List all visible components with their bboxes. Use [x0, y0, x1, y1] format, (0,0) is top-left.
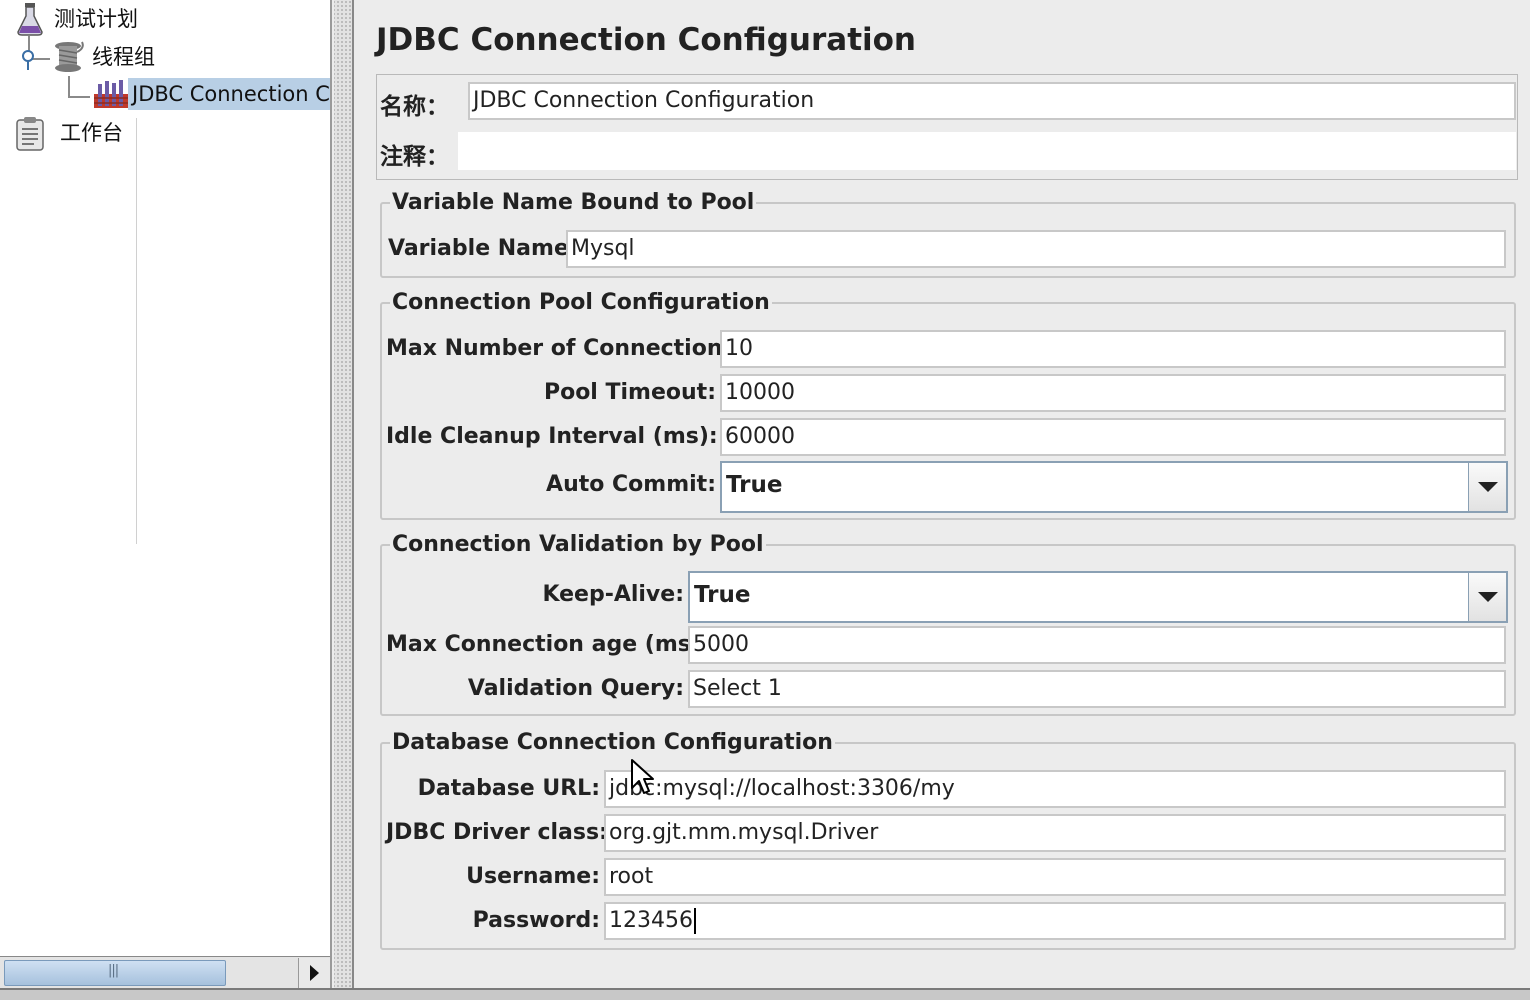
tree-item-label: JDBC Connection Co	[128, 78, 330, 110]
max-connection-age-label: Max Connection age (ms):	[386, 632, 710, 657]
name-label: 名称：	[380, 94, 449, 120]
test-plan-tree: 测试计划 线程组 JDBC Connection Co 工作台 |||	[0, 0, 332, 988]
keep-alive-label: Keep-Alive:	[542, 582, 684, 607]
window-bottom-edge	[0, 988, 1530, 1000]
page-title: JDBC Connection Configuration	[376, 22, 917, 58]
tree-item-label: 线程组	[92, 45, 155, 69]
keep-alive-value: True	[694, 582, 751, 608]
tree-item-test-plan[interactable]: 测试计划	[14, 0, 138, 36]
scrollbar-grip-icon: |||	[108, 963, 119, 978]
jdbc-config-panel: JDBC Connection Configuration 名称： JDBC C…	[356, 0, 1530, 988]
database-config-icon	[92, 78, 128, 110]
auto-commit-label: Auto Commit:	[546, 472, 716, 497]
auto-commit-select[interactable]: True	[720, 461, 1508, 513]
tree-connector	[68, 96, 90, 98]
database-url-input[interactable]: jdbc:mysql://localhost:3306/my	[604, 770, 1506, 808]
dropdown-button[interactable]	[1468, 463, 1506, 511]
expand-toggle-stem	[27, 60, 29, 70]
idle-cleanup-label: Idle Cleanup Interval (ms):	[386, 424, 718, 449]
password-label: Password:	[472, 908, 600, 933]
panel-splitter[interactable]	[334, 0, 354, 1000]
jmeter-window: 测试计划 线程组 JDBC Connection Co 工作台 ||| JDBC…	[0, 0, 1530, 1000]
tree-horizontal-scrollbar[interactable]: |||	[0, 956, 330, 988]
idle-cleanup-input[interactable]: 60000	[720, 418, 1506, 456]
tree-item-thread-group[interactable]: 线程组	[52, 38, 155, 74]
splitter-edge	[352, 0, 354, 1000]
tree-item-label: 测试计划	[54, 7, 138, 31]
name-input[interactable]: JDBC Connection Configuration	[468, 82, 1516, 120]
clipboard-icon	[14, 116, 46, 151]
jdbc-driver-label: JDBC Driver class:	[386, 820, 608, 845]
validation-group-title: Connection Validation by Pool	[390, 532, 766, 557]
arrow-right-icon	[310, 965, 319, 981]
pool-timeout-label: Pool Timeout:	[543, 380, 716, 405]
pool-timeout-input[interactable]: 10000	[720, 374, 1506, 412]
auto-commit-value: True	[726, 472, 783, 498]
password-input[interactable]: 123456	[604, 902, 1506, 940]
password-text: 123456	[609, 908, 693, 933]
tree-connector	[68, 76, 70, 98]
tree-guide-line	[136, 118, 137, 544]
text-caret	[693, 908, 696, 934]
max-connection-age-input[interactable]: 5000	[688, 626, 1506, 664]
chevron-down-icon	[1477, 592, 1498, 602]
comment-input[interactable]	[458, 132, 1516, 170]
jdbc-driver-input[interactable]: org.gjt.mm.mysql.Driver	[604, 814, 1506, 852]
keep-alive-select[interactable]: True	[688, 571, 1508, 623]
variable-group-title: Variable Name Bound to Pool	[390, 190, 757, 215]
tree-item-workbench[interactable]: 工作台	[14, 114, 123, 151]
tree-item-jdbc-config[interactable]: JDBC Connection Co	[92, 76, 330, 112]
scroll-right-button[interactable]	[298, 958, 330, 988]
chevron-down-icon	[1477, 482, 1498, 492]
max-connections-input[interactable]: 10	[720, 330, 1506, 368]
max-connections-label: Max Number of Connections:	[386, 336, 745, 361]
flask-icon	[14, 2, 46, 36]
spool-icon	[52, 40, 84, 72]
tree-item-label: 工作台	[60, 121, 123, 145]
dropdown-button[interactable]	[1468, 573, 1506, 621]
pool-group-title: Connection Pool Configuration	[390, 290, 772, 315]
database-group-title: Database Connection Configuration	[390, 730, 835, 755]
mouse-pointer-icon	[631, 759, 654, 794]
username-label: Username:	[466, 864, 600, 889]
username-input[interactable]: root	[604, 858, 1506, 896]
database-url-label: Database URL:	[417, 776, 600, 801]
comment-label: 注释：	[380, 144, 449, 170]
variable-name-input[interactable]: Mysql	[566, 230, 1506, 268]
variable-name-label: Variable Name:	[388, 236, 578, 261]
validation-query-label: Validation Query:	[467, 676, 684, 701]
validation-query-input[interactable]: Select 1	[688, 670, 1506, 708]
